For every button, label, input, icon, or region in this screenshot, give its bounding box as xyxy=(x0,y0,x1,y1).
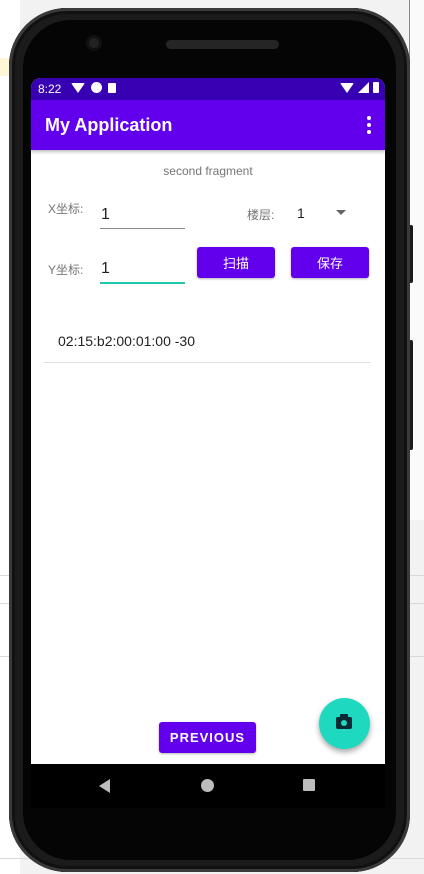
navigation-bar xyxy=(31,764,385,808)
front-camera xyxy=(89,38,99,48)
dropdown-arrow-icon[interactable] xyxy=(336,210,346,215)
save-button[interactable]: 保存 xyxy=(291,247,369,278)
x-coordinate-input[interactable]: 1 xyxy=(101,206,110,224)
status-bar: 8:22 xyxy=(31,78,385,100)
y-coordinate-input[interactable]: 1 xyxy=(101,260,110,278)
wifi-icon xyxy=(71,82,85,93)
x-coordinate-label: X坐标: xyxy=(48,202,84,216)
list-divider xyxy=(44,362,371,363)
fragment-label: second fragment xyxy=(163,164,253,178)
home-icon[interactable] xyxy=(201,779,214,792)
battery-icon xyxy=(373,82,379,93)
signal-icon xyxy=(358,82,369,93)
floor-spinner[interactable]: 1 xyxy=(297,205,305,221)
wifi-icon xyxy=(340,82,354,93)
recents-icon[interactable] xyxy=(303,779,315,791)
x-input-underline xyxy=(100,228,185,229)
app-title: My Application xyxy=(45,115,173,135)
camera-icon xyxy=(336,714,352,729)
scan-button[interactable]: 扫描 xyxy=(197,247,275,278)
floor-label: 楼层: xyxy=(247,208,275,222)
sd-card-icon xyxy=(108,82,116,93)
circle-icon xyxy=(91,82,102,93)
overflow-menu-icon[interactable] xyxy=(365,116,373,134)
app-bar: My Application xyxy=(31,100,385,150)
previous-button[interactable]: PREVIOUS xyxy=(159,722,256,753)
y-input-underline xyxy=(100,282,185,284)
list-item[interactable]: 02:15:b2:00:01:00 -30 xyxy=(58,333,195,349)
earpiece-speaker xyxy=(166,40,279,49)
back-icon[interactable] xyxy=(99,779,110,793)
status-icons-right xyxy=(340,82,379,93)
y-coordinate-label: Y坐标: xyxy=(48,263,84,277)
camera-fab[interactable] xyxy=(319,698,370,749)
status-time: 8:22 xyxy=(38,82,62,96)
status-icons-left xyxy=(71,82,116,93)
device-screen: 8:22 My Application second fragment X坐标:… xyxy=(31,78,385,764)
